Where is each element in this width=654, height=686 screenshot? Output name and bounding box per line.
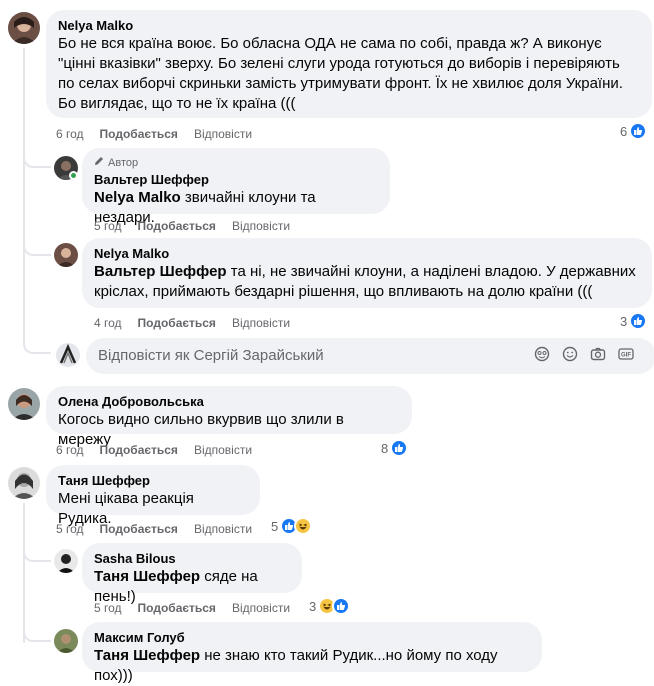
- mention-link[interactable]: Таня Шеффер: [94, 647, 200, 664]
- like-button[interactable]: Подобається: [138, 218, 216, 234]
- like-icon: [629, 122, 648, 140]
- reply-input[interactable]: Відповісти як Сергій Зарайський GIF: [86, 338, 654, 374]
- comment-time[interactable]: 5 год: [56, 521, 84, 537]
- comment-bubble: Nelya Malko Бо не вся країна воює. Бо об…: [46, 10, 652, 118]
- reply-text: Таня Шеффер не знаю кто такий Рудик...но…: [94, 647, 498, 684]
- reply-time[interactable]: 4 год: [94, 315, 122, 331]
- comment-time[interactable]: 6 год: [56, 126, 84, 142]
- reply-bubble: Sasha Bilous Таня Шеффер сяде на пень!): [82, 543, 302, 605]
- emoji-icon[interactable]: [562, 346, 578, 362]
- comment-time[interactable]: 6 год: [56, 442, 84, 458]
- reply-actions: 5 год Подобається Відповісти: [94, 218, 290, 234]
- reply-toolbar: GIF: [534, 346, 634, 362]
- reactions-count[interactable]: 6: [620, 122, 648, 140]
- mention-link[interactable]: Вальтер Шеффер: [94, 263, 227, 280]
- like-icon: [332, 597, 351, 615]
- mention-link[interactable]: Nelya Malko: [94, 189, 181, 206]
- haha-icon: [294, 517, 313, 535]
- reply-text: Вальтер Шеффер та ні, не звичайні клоуни…: [94, 263, 636, 300]
- reply-author[interactable]: Sasha Bilous: [94, 551, 290, 567]
- reply-connector: [23, 538, 51, 562]
- reply-author[interactable]: Вальтер Шеффер: [94, 172, 378, 188]
- avatar-current-user: [56, 343, 80, 367]
- reactions-count[interactable]: 8: [381, 439, 409, 457]
- camera-icon[interactable]: [590, 346, 606, 362]
- avatar-maksym-golub[interactable]: [54, 629, 78, 653]
- pencil-icon: [94, 156, 104, 170]
- avatar-tanya-shefer[interactable]: [8, 467, 40, 499]
- reply-bubble: Nelya Malko Вальтер Шеффер та ні, не зви…: [82, 238, 652, 308]
- author-badge: Автор: [94, 156, 378, 170]
- comment-author[interactable]: Таня Шеффер: [58, 473, 248, 489]
- reply-actions: 5 год Подобається Відповісти: [94, 600, 290, 616]
- reply-bubble: Автор Вальтер Шеффер Nelya Malko звичайн…: [82, 148, 390, 226]
- reply-time[interactable]: 5 год: [94, 218, 122, 234]
- comment-actions: 6 год Подобається Відповісти: [56, 442, 252, 458]
- gif-icon[interactable]: GIF: [618, 346, 634, 362]
- avatar-nelya-malko[interactable]: [8, 12, 40, 44]
- comment-bubble: Олена Добровольська Когось видно сильно …: [46, 386, 412, 448]
- reply-button[interactable]: Відповісти: [194, 442, 252, 458]
- reply-connector: [23, 620, 51, 642]
- reply-author[interactable]: Максим Голуб: [94, 630, 530, 646]
- reply-button[interactable]: Відповісти: [194, 126, 252, 142]
- reply-button[interactable]: Відповісти: [232, 315, 290, 331]
- reply-button[interactable]: Відповісти: [232, 600, 290, 616]
- reply-connector: [23, 228, 51, 256]
- reply-time[interactable]: 5 год: [94, 600, 122, 616]
- like-button[interactable]: Подобається: [100, 442, 178, 458]
- svg-text:GIF: GIF: [621, 353, 631, 359]
- comment-text: Бо не вся країна воює. Бо обласна ОДА не…: [58, 35, 623, 112]
- reply-connector: [23, 328, 51, 354]
- comment-actions: 5 год Подобається Відповісти: [56, 521, 252, 537]
- online-status-icon: [69, 171, 78, 180]
- sticker-icon[interactable]: [534, 346, 550, 362]
- reply-connector: [23, 140, 51, 168]
- avatar-olena-dobrovolska[interactable]: [8, 388, 40, 420]
- comment-bubble: Таня Шеффер Мені цікава реакція Рудика.: [46, 465, 260, 527]
- reply-placeholder: Відповісти як Сергій Зарайський: [98, 347, 324, 364]
- like-button[interactable]: Подобається: [100, 521, 178, 537]
- avatar-nelya-malko[interactable]: [54, 243, 78, 267]
- mention-link[interactable]: Таня Шеффер: [94, 568, 200, 585]
- reply-button[interactable]: Відповісти: [194, 521, 252, 537]
- avatar-sasha-bilous[interactable]: [54, 549, 78, 573]
- comment-actions: 6 год Подобається Відповісти: [56, 126, 252, 142]
- like-icon: [629, 312, 648, 330]
- reply-button[interactable]: Відповісти: [232, 218, 290, 234]
- like-button[interactable]: Подобається: [138, 600, 216, 616]
- reactions-count[interactable]: 3: [620, 312, 648, 330]
- like-icon: [390, 439, 409, 457]
- like-button[interactable]: Подобається: [100, 126, 178, 142]
- like-button[interactable]: Подобається: [138, 315, 216, 331]
- reply-author[interactable]: Nelya Malko: [94, 246, 640, 262]
- comment-author[interactable]: Nelya Malko: [58, 18, 640, 34]
- reply-actions: 4 год Подобається Відповісти: [94, 315, 290, 331]
- reply-bubble: Максим Голуб Таня Шеффер не знаю кто так…: [82, 622, 542, 684]
- reactions-count[interactable]: 5: [271, 517, 313, 535]
- reactions-count[interactable]: 3: [309, 597, 351, 615]
- comment-author[interactable]: Олена Добровольська: [58, 394, 400, 410]
- thread-line: [23, 48, 25, 328]
